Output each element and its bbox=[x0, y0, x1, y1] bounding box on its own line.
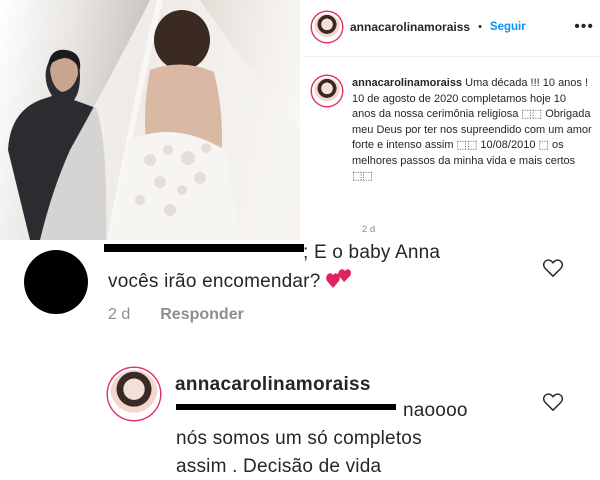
caption-text: annacarolinamoraiss Uma década !!! 10 an… bbox=[352, 76, 592, 185]
redacted-avatar bbox=[24, 250, 88, 314]
comment-timestamp: 2 d bbox=[108, 306, 131, 323]
caption-body: Uma década !!! 10 anos ! 10 de agosto de… bbox=[352, 77, 592, 182]
more-options-icon[interactable]: ••• bbox=[574, 18, 594, 36]
separator-dot: • bbox=[478, 21, 482, 33]
reply-button[interactable]: Responder bbox=[160, 306, 244, 324]
redacted-mention bbox=[176, 404, 396, 410]
comment-text-line: naoooo bbox=[403, 400, 468, 421]
divider bbox=[304, 56, 600, 57]
heart-outline-icon[interactable] bbox=[542, 258, 564, 278]
caption-avatar[interactable] bbox=[312, 76, 342, 106]
comment-text-line: assim . Decisão de vida bbox=[176, 456, 382, 477]
comment-text-line: vocês irão encomendar? bbox=[108, 268, 352, 295]
post-photo[interactable] bbox=[0, 0, 300, 240]
caption: annacarolinamoraiss Uma década !!! 10 an… bbox=[312, 76, 594, 185]
redacted-username bbox=[104, 244, 304, 252]
post-header: annacarolinamoraiss • Seguir ••• bbox=[312, 10, 594, 44]
caption-timestamp: 2 d bbox=[362, 224, 376, 235]
two-hearts-emoji bbox=[326, 269, 351, 288]
reply-comment-item: annacarolinamoraiss naoooo nós somos um … bbox=[0, 364, 600, 480]
follow-button[interactable]: Seguir bbox=[490, 21, 526, 33]
comment-text: vocês irão encomendar? bbox=[108, 271, 321, 292]
avatar[interactable] bbox=[312, 12, 342, 42]
comment-item: ; E o baby Anna vocês irão encomendar? 2… bbox=[0, 238, 600, 342]
comment-meta: 2 d Responder bbox=[108, 306, 244, 324]
comment-text-line: ; E o baby Anna bbox=[303, 242, 441, 263]
wedding-photo-illustration bbox=[8, 0, 300, 240]
reply-avatar[interactable] bbox=[108, 368, 160, 420]
comment-text-line: nós somos um só completos bbox=[176, 428, 422, 449]
caption-username[interactable]: annacarolinamoraiss bbox=[352, 77, 462, 89]
post-username[interactable]: annacarolinamoraiss bbox=[350, 20, 470, 34]
reply-username[interactable]: annacarolinamoraiss bbox=[175, 374, 371, 396]
heart-outline-icon[interactable] bbox=[542, 392, 564, 412]
